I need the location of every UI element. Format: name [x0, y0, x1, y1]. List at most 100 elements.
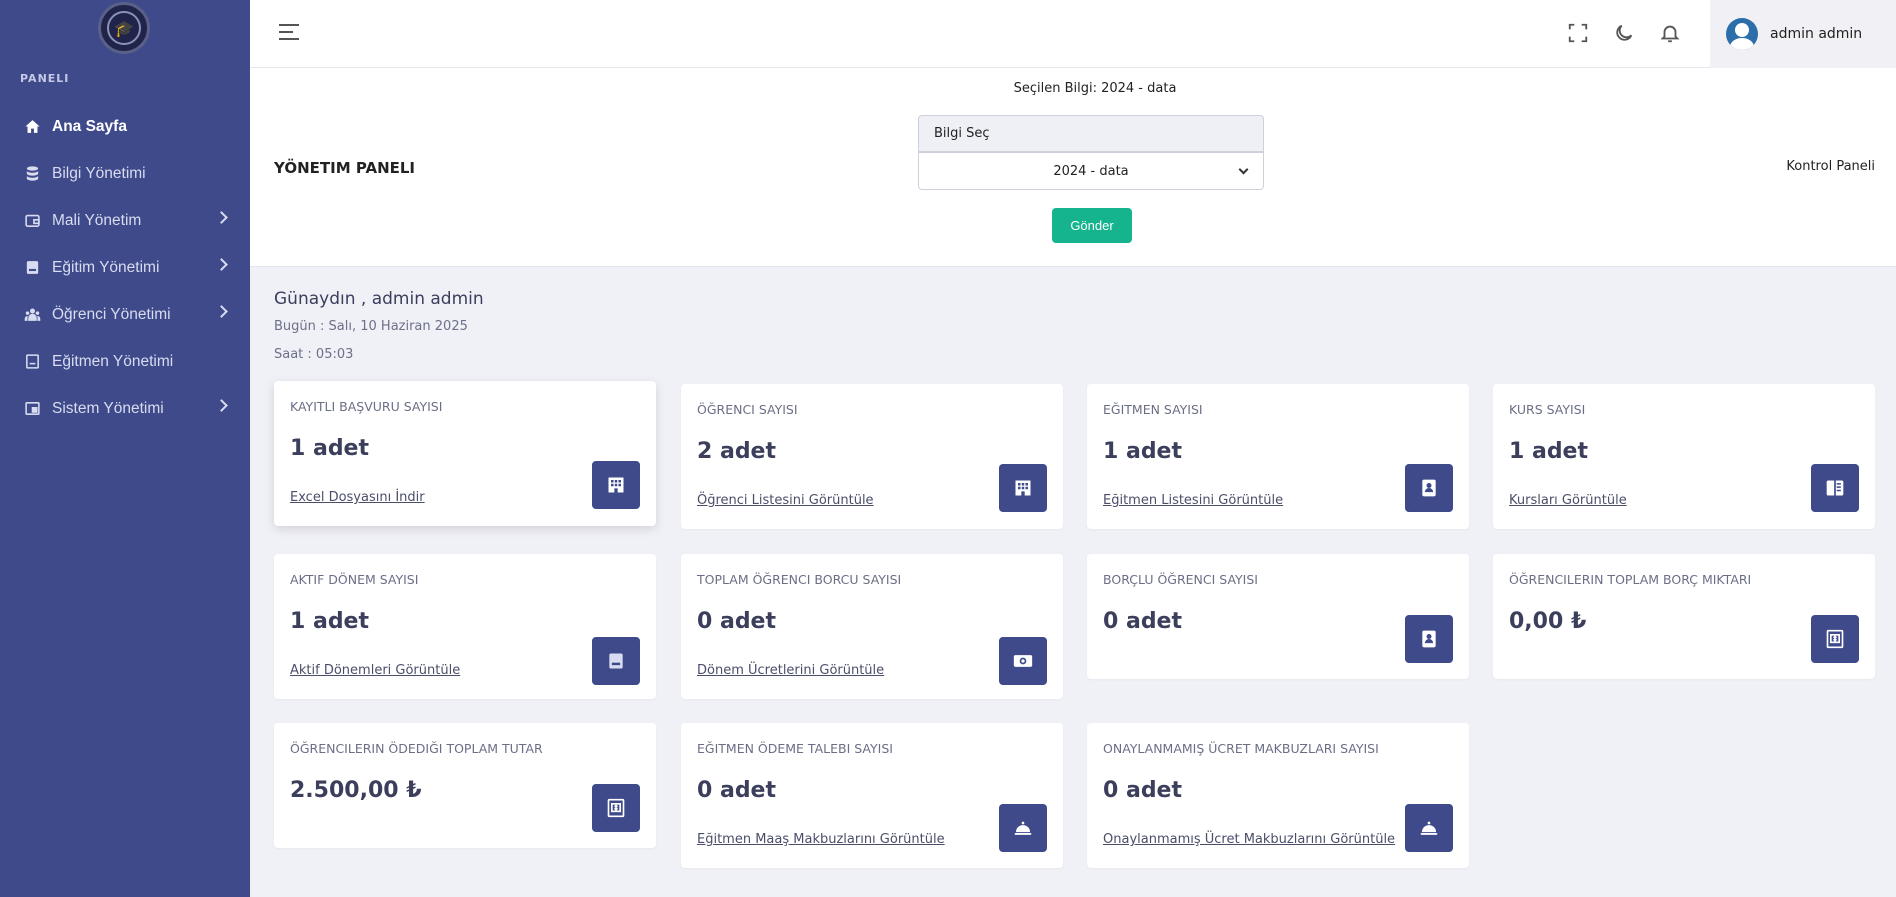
- sidebar-item-ana-sayfa[interactable]: Ana Sayfa: [0, 103, 250, 150]
- sidebar-menu: Ana Sayfa Bilgi Yönetimi Mali Yönetim Eğiti…: [0, 103, 250, 432]
- menu-icon[interactable]: [279, 24, 299, 42]
- data-select[interactable]: 2024 - data: [918, 152, 1264, 190]
- card-link[interactable]: Dönem Ücretlerini Görüntüle: [697, 663, 884, 678]
- chevron-right-icon: [215, 305, 228, 318]
- card-link[interactable]: Eğitmen Maaş Makbuzlarını Görüntüle: [697, 832, 945, 847]
- window-icon: [24, 400, 41, 417]
- sidebar-item-eğitmen-yönetimi[interactable]: Eğitmen Yönetimi: [0, 338, 250, 385]
- card-link[interactable]: Onaylanmamış Ücret Makbuzlarını Görüntül…: [1103, 832, 1395, 847]
- money-icon[interactable]: [999, 637, 1047, 685]
- card-title: ONAYLANMAMIŞ ÜCRET MAKBUZLARI SAYISI: [1103, 741, 1379, 756]
- card-title: ÖĞRENCILERIN TOPLAM BORÇ MIKTARI: [1509, 572, 1752, 587]
- card-link[interactable]: Kursları Görüntüle: [1509, 493, 1627, 508]
- avatar: [1726, 18, 1758, 50]
- stat-card: ÖĞRENCILERIN ÖDEDIĞI TOPLAM TUTAR 2.500,0…: [274, 723, 656, 848]
- sidebar-item-label: Sistem Yönetimi: [52, 399, 164, 417]
- sidebar-item-mali-yönetim[interactable]: Mali Yönetim: [0, 197, 250, 244]
- logo[interactable]: 🎓: [98, 2, 150, 54]
- stat-card: AKTIF DÖNEM SAYISI 1 adet Aktif Dönemleri …: [274, 554, 656, 699]
- card-title: TOPLAM ÖĞRENCI BORCU SAYISI: [697, 572, 902, 587]
- sidebar-item-label: Eğitim Yönetimi: [52, 258, 160, 276]
- card-title: ÖĞRENCI SAYISI: [697, 402, 798, 417]
- wallet-icon: [24, 212, 41, 229]
- sidebar-item-sistem-yönetimi[interactable]: Sistem Yönetimi: [0, 385, 250, 432]
- sidebar: 🎓 PANELI Ana Sayfa Bilgi Yönetimi Mali Yön…: [0, 0, 250, 897]
- contact-book-icon[interactable]: [1405, 464, 1453, 512]
- user-profile[interactable]: admin admin: [1710, 0, 1896, 68]
- card-link[interactable]: Öğrenci Listesini Görüntüle: [697, 493, 874, 508]
- card-value: 0 adet: [697, 609, 776, 634]
- stat-card: EĞITMEN ÖDEME TALEBI SAYISI 0 adet Eğitmen…: [681, 723, 1063, 868]
- chevron-right-icon: [215, 258, 228, 271]
- card-value: 2 adet: [697, 439, 776, 464]
- sidebar-item-bilgi-yönetimi[interactable]: Bilgi Yönetimi: [0, 150, 250, 197]
- stat-card: KURS SAYISI 1 adet Kursları Görüntüle: [1493, 384, 1875, 529]
- card-value: 0 adet: [1103, 778, 1182, 803]
- card-link[interactable]: Aktif Dönemleri Görüntüle: [290, 663, 460, 678]
- sidebar-item-label: Ana Sayfa: [52, 117, 127, 135]
- chevron-down-icon: [1238, 164, 1249, 175]
- moon-icon[interactable]: [1613, 22, 1635, 44]
- current-date: Bugün : Salı, 10 Haziran 2025: [274, 319, 468, 334]
- building-icon[interactable]: [592, 461, 640, 509]
- stat-card: KAYITLI BAŞVURU SAYISI 1 adet Excel Dosyas…: [274, 381, 656, 526]
- users-icon: [24, 306, 41, 323]
- card-value: 2.500,00 ₺: [290, 778, 422, 803]
- home-icon: [24, 118, 41, 135]
- chevron-right-icon: [215, 211, 228, 224]
- top-bar: admin admin: [250, 0, 1896, 68]
- page-title: YÖNETIM PANELI: [274, 159, 416, 177]
- sidebar-heading: PANELI: [20, 72, 70, 85]
- select-label: Bilgi Seç: [918, 115, 1264, 152]
- graduation-cap-icon: 🎓: [107, 11, 141, 45]
- invoice-icon[interactable]: [592, 784, 640, 832]
- card-value: 1 adet: [290, 609, 369, 634]
- book-icon[interactable]: [592, 637, 640, 685]
- card-value: 0,00 ₺: [1509, 609, 1587, 634]
- user-name: admin admin: [1770, 26, 1863, 42]
- cloche-icon[interactable]: [999, 804, 1047, 852]
- greeting: Günaydın , admin admin: [274, 289, 484, 309]
- card-title: EĞITMEN ÖDEME TALEBI SAYISI: [697, 741, 893, 756]
- building-icon[interactable]: [999, 464, 1047, 512]
- book-icon: [24, 259, 41, 276]
- submit-button[interactable]: Gönder: [1052, 208, 1132, 243]
- sidebar-item-öğrenci-yönetimi[interactable]: Öğrenci Yönetimi: [0, 291, 250, 338]
- stat-card: ONAYLANMAMIŞ ÜCRET MAKBUZLARI SAYISI 0 ad…: [1087, 723, 1469, 868]
- breadcrumb[interactable]: Kontrol Paneli: [1786, 159, 1875, 174]
- card-link[interactable]: Eğitmen Listesini Görüntüle: [1103, 493, 1283, 508]
- card-value: 1 adet: [1103, 439, 1182, 464]
- database-icon: [24, 165, 41, 182]
- card-title: KAYITLI BAŞVURU SAYISI: [290, 399, 443, 414]
- card-title: ÖĞRENCILERIN ÖDEDIĞI TOPLAM TUTAR: [290, 741, 543, 756]
- sidebar-item-label: Mali Yönetim: [52, 211, 142, 229]
- contact-book-icon[interactable]: [1405, 615, 1453, 663]
- stat-card: ÖĞRENCI SAYISI 2 adet Öğrenci Listesini Gö…: [681, 384, 1063, 529]
- stat-card: EĞITMEN SAYISI 1 adet Eğitmen Listesini Gö…: [1087, 384, 1469, 529]
- card-link[interactable]: Excel Dosyasını İndir: [290, 490, 425, 505]
- sidebar-item-label: Öğrenci Yönetimi: [52, 305, 171, 323]
- fullscreen-icon[interactable]: [1567, 22, 1589, 44]
- card-value: 1 adet: [1509, 439, 1588, 464]
- bell-icon[interactable]: [1659, 22, 1681, 44]
- current-time: Saat : 05:03: [274, 347, 354, 362]
- invoice-icon[interactable]: [1811, 615, 1859, 663]
- card-title: BORÇLU ÖĞRENCI SAYISI: [1103, 572, 1258, 587]
- notebook-icon: [24, 353, 41, 370]
- sidebar-item-eğitim-yönetimi[interactable]: Eğitim Yönetimi: [0, 244, 250, 291]
- stat-card: TOPLAM ÖĞRENCI BORCU SAYISI 0 adet Dönem Ü…: [681, 554, 1063, 699]
- open-book-icon[interactable]: [1811, 464, 1859, 512]
- stat-card: BORÇLU ÖĞRENCI SAYISI 0 adet: [1087, 554, 1469, 679]
- card-value: 0 adet: [1103, 609, 1182, 634]
- sidebar-item-label: Bilgi Yönetimi: [52, 164, 146, 182]
- selected-info: Seçilen Bilgi: 2024 - data: [1013, 81, 1177, 96]
- card-title: AKTIF DÖNEM SAYISI: [290, 572, 419, 587]
- card-value: 1 adet: [290, 436, 369, 461]
- card-value: 0 adet: [697, 778, 776, 803]
- card-title: KURS SAYISI: [1509, 402, 1586, 417]
- panel-section: YÖNETIM PANELI Seçilen Bilgi: 2024 - dat…: [250, 68, 1896, 267]
- cloche-icon[interactable]: [1405, 804, 1453, 852]
- chevron-right-icon: [215, 399, 228, 412]
- sidebar-item-label: Eğitmen Yönetimi: [52, 352, 174, 370]
- card-title: EĞITMEN SAYISI: [1103, 402, 1203, 417]
